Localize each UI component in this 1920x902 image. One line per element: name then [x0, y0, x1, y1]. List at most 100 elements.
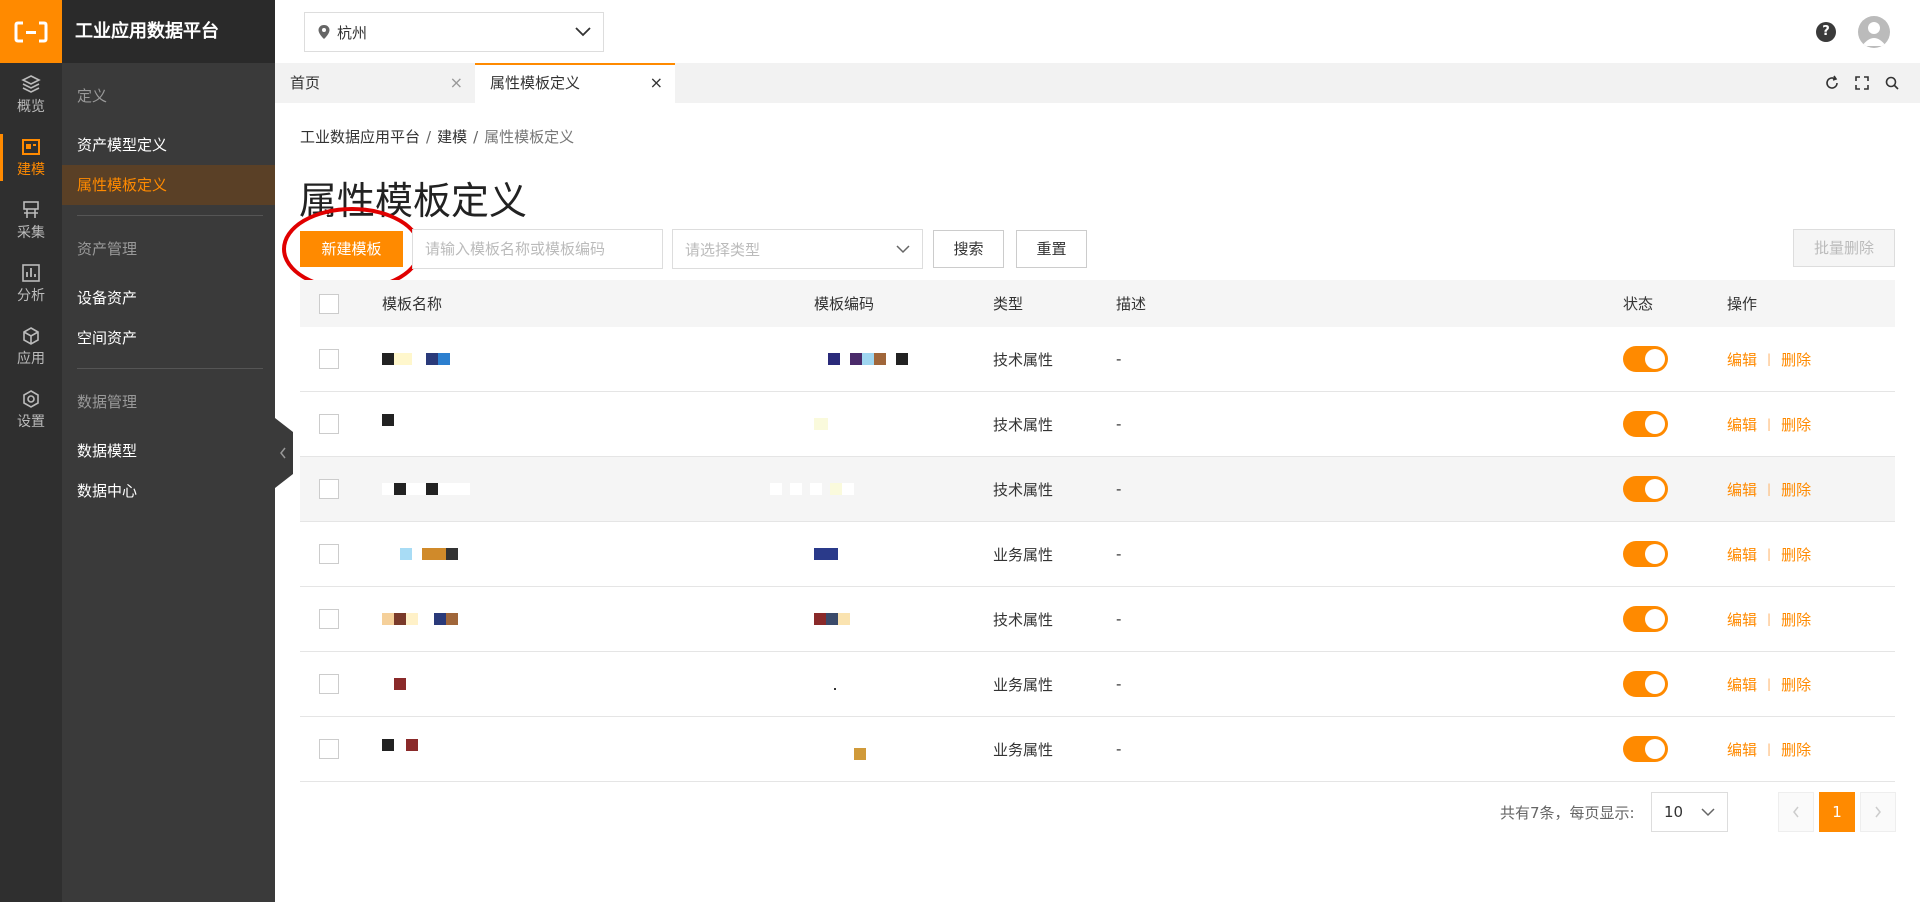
sidebar-group-title: 定义 [77, 87, 108, 105]
tab-label: 属性模板定义 [490, 74, 581, 92]
status-toggle[interactable] [1623, 411, 1668, 437]
reset-button[interactable]: 重置 [1016, 230, 1087, 268]
analysis-icon [22, 263, 40, 282]
delete-link[interactable]: 删除 [1781, 544, 1811, 565]
next-page-button[interactable] [1860, 792, 1896, 832]
sidebar-item-attribute-template[interactable]: 属性模板定义 [62, 165, 275, 205]
search-icon[interactable] [1884, 75, 1900, 91]
redacted-name [382, 739, 418, 751]
page-size-select[interactable]: 10 [1651, 792, 1728, 832]
rail-item-settings[interactable]: 设置 [0, 378, 62, 441]
city-select[interactable]: 杭州 [304, 12, 604, 52]
top-bar: 杭州 ? [275, 0, 1920, 63]
rail-item-collect[interactable]: 采集 [0, 189, 62, 252]
row-checkbox[interactable] [319, 739, 339, 759]
rail-label: 概览 [17, 98, 45, 115]
template-description: - [1116, 675, 1122, 693]
close-icon[interactable]: × [650, 63, 663, 103]
edit-link[interactable]: 编辑 [1727, 609, 1757, 630]
template-type: 技术属性 [993, 350, 1054, 369]
close-icon[interactable]: × [450, 63, 463, 103]
breadcrumb-current: 属性模板定义 [484, 128, 575, 146]
redacted-name [382, 483, 470, 495]
breadcrumb: 工业数据应用平台 / 建模 / 属性模板定义 [300, 128, 575, 146]
template-type: 业务属性 [993, 740, 1054, 759]
table-row: 业务属性 - 编辑 | 删除 [300, 522, 1895, 587]
chevron-down-icon [575, 27, 591, 37]
template-table: 模板名称 模板编码 类型 描述 状态 操作 技术属性 - 编辑 | 删除 技术属性 … [300, 280, 1895, 782]
rail-item-apps[interactable]: 应用 [0, 315, 62, 378]
prev-page-button[interactable] [1778, 792, 1814, 832]
status-toggle[interactable] [1623, 541, 1668, 567]
status-toggle[interactable] [1623, 671, 1668, 697]
refresh-icon[interactable] [1824, 75, 1840, 91]
rail-label: 应用 [17, 350, 45, 367]
edit-link[interactable]: 编辑 [1727, 544, 1757, 565]
column-header: 模板名称 [382, 295, 443, 313]
redacted-name [382, 678, 406, 690]
column-header: 操作 [1727, 295, 1758, 313]
edit-link[interactable]: 编辑 [1727, 739, 1757, 760]
sidebar-item-data-center[interactable]: 数据中心 [62, 471, 275, 511]
row-checkbox[interactable] [319, 414, 339, 434]
tab-attribute-template[interactable]: 属性模板定义 × [475, 63, 675, 103]
row-checkbox[interactable] [319, 544, 339, 564]
type-select[interactable]: 请选择类型 [672, 229, 923, 269]
logo-icon[interactable] [0, 0, 62, 63]
rail-item-analysis[interactable]: 分析 [0, 252, 62, 315]
delete-link[interactable]: 删除 [1781, 479, 1811, 500]
row-checkbox[interactable] [319, 479, 339, 499]
sidebar-item-device-asset[interactable]: 设备资产 [62, 278, 275, 318]
template-type: 技术属性 [993, 415, 1054, 434]
select-all-checkbox[interactable] [319, 293, 339, 314]
column-header: 描述 [1116, 295, 1147, 313]
search-button[interactable]: 搜索 [933, 230, 1004, 268]
edit-link[interactable]: 编辑 [1727, 479, 1757, 500]
status-toggle[interactable] [1623, 606, 1668, 632]
sidebar-item-data-model[interactable]: 数据模型 [62, 431, 275, 471]
table-row: 技术属性 - 编辑 | 删除 [300, 392, 1895, 457]
delete-link[interactable]: 删除 [1781, 674, 1811, 695]
edit-link[interactable]: 编辑 [1727, 414, 1757, 435]
template-type: 业务属性 [993, 675, 1054, 694]
redacted-code [770, 483, 854, 495]
breadcrumb-item[interactable]: 工业数据应用平台 [300, 128, 420, 146]
template-type: 技术属性 [993, 480, 1054, 499]
layers-icon [21, 74, 41, 93]
sidebar-item-space-asset[interactable]: 空间资产 [62, 318, 275, 358]
sidebar-item-asset-model[interactable]: 资产模型定义 [62, 125, 275, 165]
redacted-code [814, 613, 850, 625]
sidebar: 工业应用数据平台 定义 资产模型定义 属性模板定义 资产管理 设备资产 空间资产… [62, 0, 275, 902]
search-input[interactable] [412, 229, 663, 269]
rail-item-modeling[interactable]: 建模 [0, 126, 62, 189]
status-toggle[interactable] [1623, 476, 1668, 502]
status-toggle[interactable] [1623, 346, 1668, 372]
type-select-placeholder: 请选择类型 [685, 240, 761, 259]
delete-link[interactable]: 删除 [1781, 414, 1811, 435]
page-size-value: 10 [1664, 803, 1684, 821]
delete-link[interactable]: 删除 [1781, 739, 1811, 760]
row-checkbox[interactable] [319, 674, 339, 694]
row-checkbox[interactable] [319, 609, 339, 629]
redacted-code [814, 678, 836, 690]
chevron-left-icon [1793, 806, 1799, 818]
rail-item-overview[interactable]: 概览 [0, 63, 62, 126]
delete-link[interactable]: 删除 [1781, 349, 1811, 370]
delete-link[interactable]: 删除 [1781, 609, 1811, 630]
batch-delete-button[interactable]: 批量删除 [1793, 229, 1895, 267]
tab-home[interactable]: 首页 × [275, 63, 475, 103]
template-description: - [1116, 350, 1122, 368]
sidebar-collapse-handle[interactable] [275, 418, 293, 488]
redacted-code [814, 548, 838, 560]
avatar[interactable] [1858, 16, 1890, 48]
app-title: 工业应用数据平台 [62, 0, 275, 63]
icon-rail: 概览 建模 采集 分析 应用 设置 [0, 0, 62, 902]
row-checkbox[interactable] [319, 349, 339, 369]
edit-link[interactable]: 编辑 [1727, 674, 1757, 695]
breadcrumb-item[interactable]: 建模 [437, 128, 467, 146]
help-icon[interactable]: ? [1816, 22, 1836, 42]
edit-link[interactable]: 编辑 [1727, 349, 1757, 370]
status-toggle[interactable] [1623, 736, 1668, 762]
fullscreen-icon[interactable] [1854, 75, 1870, 91]
page-number-button[interactable]: 1 [1819, 792, 1855, 832]
